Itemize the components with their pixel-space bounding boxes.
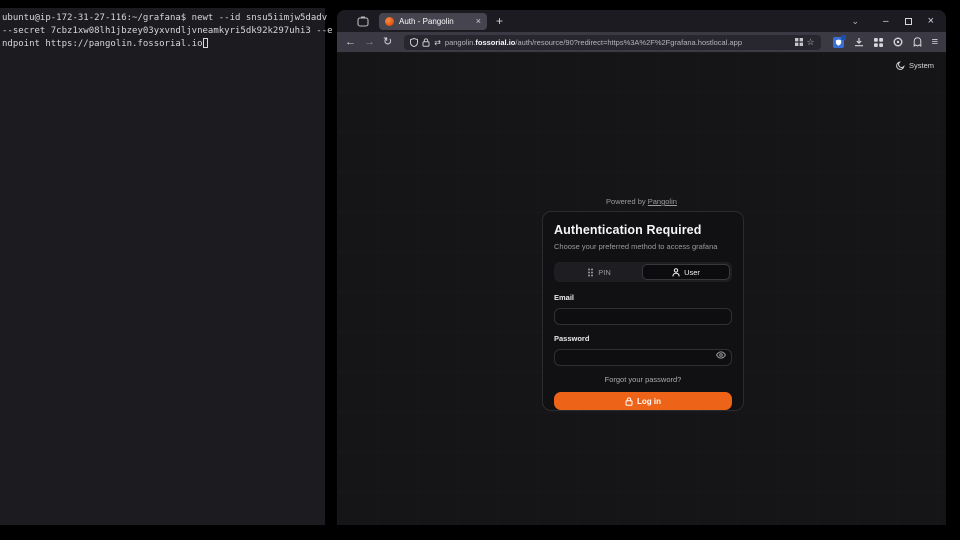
list-all-tabs-icon[interactable]: ⌄ [851, 16, 859, 27]
lock-icon[interactable] [422, 38, 430, 47]
email-field[interactable] [554, 308, 732, 325]
shortcuts-grid-icon[interactable] [795, 38, 803, 46]
terminal-line: ubuntu@ip-172-31-27-116:~/grafana$ newt … [2, 12, 324, 25]
forgot-password-link[interactable]: Forgot your password? [554, 375, 732, 384]
terminal-line: --secret 7cbz1xw08lh1jbzey03yxvndljvneam… [2, 25, 324, 38]
login-lock-icon [625, 397, 633, 406]
login-button[interactable]: Log in [554, 392, 732, 410]
terminal-cursor [203, 38, 208, 48]
browser-window: Auth - Pangolin × + ⌄ – × ← → ↻ ⇄ pangol… [337, 10, 946, 525]
forward-button[interactable]: → [364, 37, 375, 48]
tab-close-icon[interactable]: × [476, 17, 481, 26]
url-text: pangolin.fossorial.io/auth/resource/90?r… [445, 38, 791, 47]
tab-pin[interactable]: PIN [556, 264, 642, 280]
page-content: System Powered by Pangolin Authenticatio… [337, 52, 946, 525]
back-button[interactable]: ← [345, 37, 356, 48]
moon-icon [896, 61, 905, 70]
tab-pin-label: PIN [598, 268, 611, 277]
close-window-button[interactable]: × [928, 15, 934, 27]
tab-title: Auth - Pangolin [399, 17, 471, 26]
powered-by: Powered by Pangolin [337, 197, 946, 206]
blue-shield-extension-icon[interactable] [833, 37, 844, 48]
powered-by-text: Powered by [606, 197, 646, 206]
login-button-label: Log in [637, 397, 661, 406]
window-controls: – × [883, 15, 934, 27]
email-field-wrap [554, 306, 732, 325]
extension-badge [841, 35, 846, 40]
browser-toolbar: ← → ↻ ⇄ pangolin.fossorial.io/auth/resou… [337, 32, 946, 52]
ghost-extension-icon[interactable] [913, 37, 922, 47]
extensions-grid-icon[interactable] [874, 38, 883, 47]
browser-tab-active[interactable]: Auth - Pangolin × [379, 13, 487, 30]
downloads-icon[interactable] [854, 37, 864, 47]
theme-toggle[interactable]: System [896, 61, 934, 70]
password-field[interactable] [554, 349, 732, 366]
password-field-wrap [554, 347, 732, 366]
card-subtitle: Choose your preferred method to access g… [554, 242, 732, 251]
toolbar-extensions: ≡ [833, 36, 938, 48]
terminal-window[interactable]: ubuntu@ip-172-31-27-116:~/grafana$ newt … [0, 8, 325, 525]
terminal-line: ndpoint https://pangolin.fossorial.io [2, 38, 324, 51]
tab-user[interactable]: User [642, 264, 730, 280]
user-icon [672, 268, 680, 277]
card-title: Authentication Required [554, 223, 732, 237]
theme-label: System [909, 61, 934, 70]
tracking-protection-shield-icon[interactable] [410, 38, 418, 47]
browser-tab-bar: Auth - Pangolin × + ⌄ – × [337, 10, 946, 32]
menu-icon[interactable]: ≡ [932, 36, 938, 48]
pangolin-link[interactable]: Pangolin [648, 197, 677, 206]
auth-method-tabs: PIN User [554, 262, 732, 282]
url-domain: fossorial.io [475, 38, 515, 47]
url-bar[interactable]: ⇄ pangolin.fossorial.io/auth/resource/90… [404, 35, 820, 50]
minimize-button[interactable]: – [883, 16, 889, 27]
new-tab-button[interactable]: + [496, 14, 503, 28]
auth-card: Authentication Required Choose your pref… [542, 211, 744, 411]
password-label: Password [554, 334, 732, 343]
reload-button[interactable]: ↻ [383, 37, 392, 48]
pangolin-favicon-icon [385, 17, 394, 26]
pin-dots-icon [587, 268, 594, 277]
maximize-button[interactable] [905, 18, 912, 25]
url-prefix: pangolin. [445, 38, 475, 47]
bookmark-star-icon[interactable]: ☆ [807, 37, 815, 48]
terminal-line-text: ndpoint https://pangolin.fossorial.io [2, 39, 202, 49]
firefox-view-icon[interactable] [357, 16, 369, 27]
tab-user-label: User [684, 268, 700, 277]
ring-extension-icon[interactable] [893, 37, 903, 47]
show-password-eye-icon[interactable] [716, 351, 726, 359]
translate-swap-icon[interactable]: ⇄ [434, 37, 441, 48]
url-path: /auth/resource/90?redirect=https%3A%2F%2… [515, 38, 742, 47]
email-label: Email [554, 293, 732, 302]
